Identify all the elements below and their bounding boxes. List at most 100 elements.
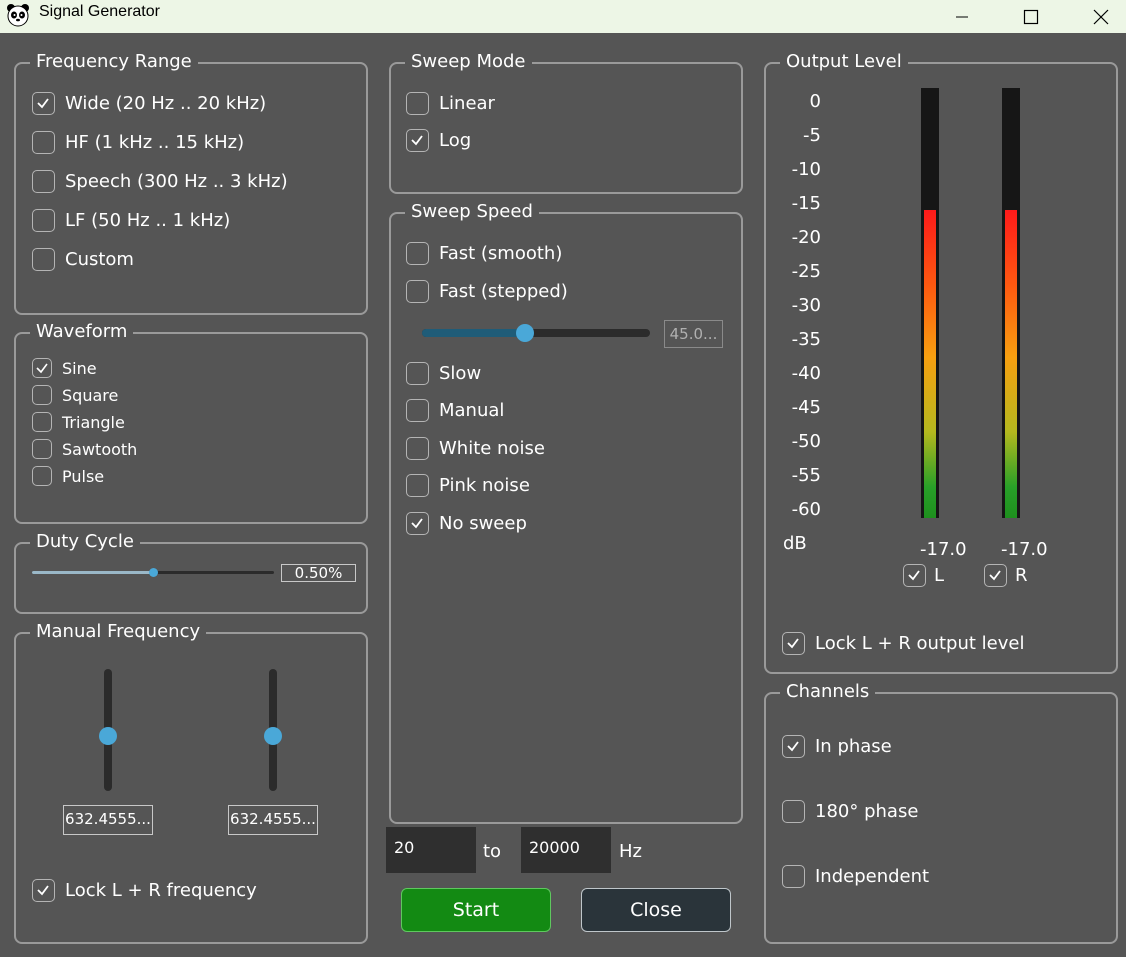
checkbox[interactable] <box>782 735 805 758</box>
sweep-speed-fast-smooth[interactable]: Fast (smooth) <box>406 242 562 265</box>
scale-tick: -40 <box>791 363 821 384</box>
checkbox[interactable] <box>32 248 55 271</box>
sweep-to-input[interactable]: 20000 <box>521 827 611 873</box>
lock-frequency-checkbox[interactable]: Lock L + R frequency <box>32 879 257 902</box>
start-button[interactable]: Start <box>401 888 551 932</box>
checkbox[interactable] <box>32 131 55 154</box>
lock-output-label: Lock L + R output level <box>815 633 1025 654</box>
sweep-speed-value[interactable]: 45.0... <box>664 320 723 348</box>
frequency-option-hf[interactable]: HF (1 kHz .. 15 kHz) <box>32 131 244 154</box>
checkbox[interactable] <box>32 412 52 432</box>
scale-tick: -45 <box>791 397 821 418</box>
close-window-button[interactable] <box>1066 0 1126 33</box>
sweep-speed-manual[interactable]: Manual <box>406 399 504 422</box>
checkmark-icon <box>37 98 49 109</box>
checkbox[interactable] <box>32 358 52 378</box>
sweep-speed-label: Pink noise <box>439 475 530 496</box>
slider-handle[interactable] <box>149 568 158 577</box>
sweep-speed-label: Fast (stepped) <box>439 281 568 302</box>
lock-output-checkbox[interactable]: Lock L + R output level <box>782 632 1024 655</box>
right-channel-label: R <box>1015 565 1028 586</box>
channels-option-label: Independent <box>815 866 930 887</box>
frequency-option-custom[interactable]: Custom <box>32 248 134 271</box>
checkbox[interactable] <box>406 474 429 497</box>
checkbox[interactable] <box>32 385 52 405</box>
sweep-speed-no-sweep[interactable]: No sweep <box>406 512 527 535</box>
scale-unit: dB <box>783 533 807 554</box>
duty-cycle-legend: Duty Cycle <box>30 530 140 554</box>
sweep-mode-log[interactable]: Log <box>406 129 471 152</box>
slider-handle[interactable] <box>516 324 534 342</box>
checkbox[interactable] <box>32 466 52 486</box>
checkbox[interactable] <box>903 564 926 587</box>
maximize-button[interactable] <box>996 0 1066 33</box>
waveform-option-sine[interactable]: Sine <box>32 358 97 378</box>
right-level-value: -17.0 <box>1001 539 1048 560</box>
sweep-mode-linear[interactable]: Linear <box>406 92 495 115</box>
sweep-speed-pink-noise[interactable]: Pink noise <box>406 474 530 497</box>
waveform-option-square[interactable]: Square <box>32 385 118 405</box>
sweep-speed-label: Manual <box>439 400 505 421</box>
left-channel-checkbox[interactable]: L <box>903 564 944 587</box>
sweep-speed-white-noise[interactable]: White noise <box>406 437 545 460</box>
checkbox[interactable] <box>406 362 429 385</box>
scale-tick: -25 <box>791 261 821 282</box>
sweep-from-input[interactable]: 20 <box>386 827 476 873</box>
checkbox[interactable] <box>406 399 429 422</box>
frequency-option-label: HF (1 kHz .. 15 kHz) <box>65 132 245 153</box>
checkbox[interactable] <box>32 170 55 193</box>
sweep-speed-fast-stepped[interactable]: Fast (stepped) <box>406 280 568 303</box>
sweep-speed-legend: Sweep Speed <box>405 200 539 224</box>
checkbox[interactable] <box>32 879 55 902</box>
sweep-speed-slow[interactable]: Slow <box>406 362 481 385</box>
output-level-legend: Output Level <box>780 50 908 74</box>
checkbox[interactable] <box>406 92 429 115</box>
waveform-option-pulse[interactable]: Pulse <box>32 466 104 486</box>
right-frequency-value[interactable]: 632.4555... <box>228 805 318 835</box>
checkbox[interactable] <box>406 437 429 460</box>
scale-tick: 0 <box>809 91 821 112</box>
waveform-option-triangle[interactable]: Triangle <box>32 412 125 432</box>
sweep-speed-label: Slow <box>439 363 482 384</box>
panda-icon <box>7 4 29 27</box>
waveform-option-label: Square <box>62 385 119 405</box>
channels-option-180-phase[interactable]: 180° phase <box>782 800 918 823</box>
checkbox[interactable] <box>32 439 52 459</box>
checkbox[interactable] <box>984 564 1007 587</box>
channels-option-in-phase[interactable]: In phase <box>782 735 892 758</box>
checkbox[interactable] <box>782 632 805 655</box>
frequency-option-wide[interactable]: Wide (20 Hz .. 20 kHz) <box>32 92 266 115</box>
scale-tick: -50 <box>791 431 821 452</box>
right-channel-checkbox[interactable]: R <box>984 564 1028 587</box>
waveform-option-label: Pulse <box>62 466 105 486</box>
checkbox[interactable] <box>32 92 55 115</box>
minimize-button[interactable] <box>927 0 997 33</box>
checkbox[interactable] <box>406 129 429 152</box>
slider-handle[interactable] <box>264 727 282 745</box>
frequency-option-speech[interactable]: Speech (300 Hz .. 3 kHz) <box>32 170 288 193</box>
checkmark-icon <box>37 885 49 896</box>
checkmark-icon <box>787 741 799 752</box>
close-button[interactable]: Close <box>581 888 731 932</box>
sweep-speed-label: No sweep <box>439 513 527 534</box>
channels-option-independent[interactable]: Independent <box>782 865 929 888</box>
scale-tick: -55 <box>791 465 821 486</box>
left-frequency-value[interactable]: 632.4555... <box>63 805 153 835</box>
sweep-speed-label: Fast (smooth) <box>439 243 563 264</box>
duty-cycle-value[interactable]: 0.50% <box>281 564 356 582</box>
frequency-option-label: LF (50 Hz .. 1 kHz) <box>65 210 231 231</box>
checkbox[interactable] <box>406 280 429 303</box>
frequency-option-lf[interactable]: LF (50 Hz .. 1 kHz) <box>32 209 230 232</box>
right-level-meter <box>1002 88 1020 518</box>
checkbox[interactable] <box>406 242 429 265</box>
sweep-mode-legend: Sweep Mode <box>405 50 532 74</box>
checkbox[interactable] <box>406 512 429 535</box>
waveform-option-sawtooth[interactable]: Sawtooth <box>32 439 137 459</box>
slider-fill <box>422 329 525 337</box>
checkbox[interactable] <box>32 209 55 232</box>
channels-option-label: 180° phase <box>815 801 919 822</box>
waveform-option-label: Sine <box>62 358 97 378</box>
checkbox[interactable] <box>782 865 805 888</box>
checkbox[interactable] <box>782 800 805 823</box>
slider-handle[interactable] <box>99 727 117 745</box>
